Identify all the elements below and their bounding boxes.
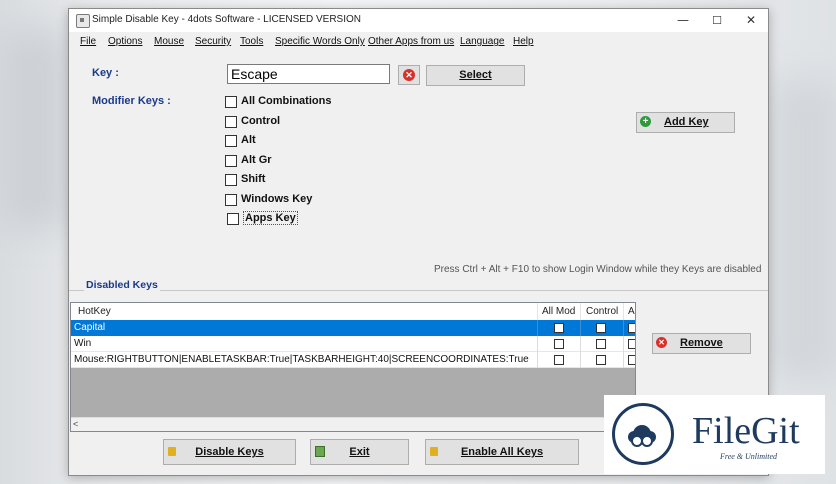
disabled-keys-group-label: Disabled Keys xyxy=(84,279,160,291)
background-blur xyxy=(770,80,836,380)
minimize-button[interactable]: — xyxy=(666,9,700,32)
checkbox-label: Shift xyxy=(241,173,266,185)
column-header-control[interactable]: Control xyxy=(586,306,618,317)
checkbox-label: Alt Gr xyxy=(241,154,272,166)
key-input[interactable] xyxy=(227,64,390,84)
filegit-logo-icon xyxy=(612,403,674,465)
exit-label: Exit xyxy=(349,446,370,458)
select-button[interactable]: Select xyxy=(426,65,525,86)
control-checkbox[interactable] xyxy=(596,339,606,349)
enable-all-keys-button[interactable]: Enable All Keys xyxy=(425,439,579,465)
menu-mouse[interactable]: Mouse xyxy=(154,36,184,47)
remove-button[interactable]: ✕ Remove xyxy=(652,333,751,354)
horizontal-scrollbar[interactable]: < xyxy=(71,417,635,431)
column-header-all-mod[interactable]: All Mod xyxy=(542,306,575,317)
window-title: Simple Disable Key - 4dots Software - LI… xyxy=(92,14,361,25)
checkbox-box[interactable] xyxy=(225,135,237,147)
app-icon xyxy=(76,14,90,28)
lock-icon xyxy=(168,447,176,456)
menu-options[interactable]: Options xyxy=(108,36,142,47)
checkbox-label: Control xyxy=(241,115,281,127)
disable-keys-label: Disable Keys xyxy=(195,446,264,458)
checkbox-label: Apps Key xyxy=(243,211,298,225)
maximize-button[interactable]: ☐ xyxy=(700,9,734,32)
column-separator xyxy=(623,320,624,336)
remove-icon: ✕ xyxy=(656,337,667,348)
background-blur xyxy=(0,30,70,230)
column-separator xyxy=(537,303,538,320)
add-icon: + xyxy=(640,116,651,127)
column-separator xyxy=(623,352,624,368)
checkbox-label: All Combinations xyxy=(241,95,332,107)
menu-security[interactable]: Security xyxy=(195,36,231,47)
remove-label: Remove xyxy=(680,337,723,349)
column-separator xyxy=(623,303,624,320)
alt-checkbox[interactable] xyxy=(628,339,635,349)
menu-file[interactable]: File xyxy=(80,36,96,47)
disabled-keys-grid[interactable]: HotKey All Mod Control Al Capital Win xyxy=(70,302,636,432)
all-mod-checkbox[interactable] xyxy=(554,355,564,365)
select-button-label: Select xyxy=(459,69,492,81)
grid-header: HotKey All Mod Control Al xyxy=(71,303,635,321)
control-checkbox[interactable] xyxy=(596,355,606,365)
checkbox-box[interactable] xyxy=(225,155,237,167)
key-label: Key : xyxy=(92,67,119,79)
group-divider xyxy=(69,290,768,291)
menu-specific-words[interactable]: Specific Words Only xyxy=(275,36,365,47)
watermark-tagline: Free & Unlimited xyxy=(720,452,778,461)
table-row[interactable]: Win xyxy=(71,336,635,352)
checkbox-box[interactable] xyxy=(225,116,237,128)
menu-bar: File Options Mouse Security Tools Specif… xyxy=(69,33,768,51)
exit-icon xyxy=(315,446,325,457)
column-separator xyxy=(580,303,581,320)
alt-checkbox[interactable] xyxy=(628,323,635,333)
login-hint-text: Press Ctrl + Alt + F10 to show Login Win… xyxy=(434,264,762,275)
close-button[interactable]: ✕ xyxy=(734,9,768,32)
unlock-icon xyxy=(430,447,438,456)
control-checkbox[interactable] xyxy=(596,323,606,333)
checkbox-box[interactable] xyxy=(225,174,237,186)
column-separator xyxy=(580,336,581,352)
column-separator xyxy=(580,352,581,368)
column-separator xyxy=(580,320,581,336)
hotkey-cell: Capital xyxy=(74,322,106,333)
watermark-brand: FileGit xyxy=(692,410,800,452)
hotkey-cell: Win xyxy=(74,338,92,349)
column-separator xyxy=(623,336,624,352)
menu-help[interactable]: Help xyxy=(513,36,534,47)
column-separator xyxy=(537,320,538,336)
hotkey-cell: Mouse:RIGHTBUTTON|ENABLETASKBAR:True|TAS… xyxy=(74,354,529,365)
menu-other-apps[interactable]: Other Apps from us xyxy=(368,36,454,47)
all-mod-checkbox[interactable] xyxy=(554,323,564,333)
checkbox-box[interactable] xyxy=(225,96,237,108)
scroll-left-arrow[interactable]: < xyxy=(73,418,78,431)
enable-all-keys-label: Enable All Keys xyxy=(460,446,544,458)
clear-icon: ✕ xyxy=(403,69,415,81)
checkbox-box[interactable] xyxy=(225,194,237,206)
disable-keys-button[interactable]: Disable Keys xyxy=(163,439,296,465)
exit-button[interactable]: Exit xyxy=(310,439,409,465)
column-separator xyxy=(537,336,538,352)
clear-key-button[interactable]: ✕ xyxy=(398,65,420,85)
modifier-keys-label: Modifier Keys : xyxy=(92,95,171,107)
column-header-alt[interactable]: Al xyxy=(628,306,635,317)
filegit-watermark: FileGit Free & Unlimited xyxy=(604,395,825,474)
all-mod-checkbox[interactable] xyxy=(554,339,564,349)
column-separator xyxy=(537,352,538,368)
add-key-button[interactable]: + Add Key xyxy=(636,112,735,133)
title-bar[interactable]: Simple Disable Key - 4dots Software - LI… xyxy=(69,9,768,32)
table-row[interactable]: Capital xyxy=(71,320,635,336)
menu-tools[interactable]: Tools xyxy=(240,36,263,47)
alt-checkbox[interactable] xyxy=(628,355,635,365)
checkbox-label: Windows Key xyxy=(241,193,313,205)
checkbox-label: Alt xyxy=(241,134,256,146)
menu-language[interactable]: Language xyxy=(460,36,505,47)
checkbox-box[interactable] xyxy=(227,213,239,225)
add-key-label: Add Key xyxy=(664,116,709,128)
column-header-hotkey[interactable]: HotKey xyxy=(78,306,111,317)
table-row[interactable]: Mouse:RIGHTBUTTON|ENABLETASKBAR:True|TAS… xyxy=(71,352,635,368)
